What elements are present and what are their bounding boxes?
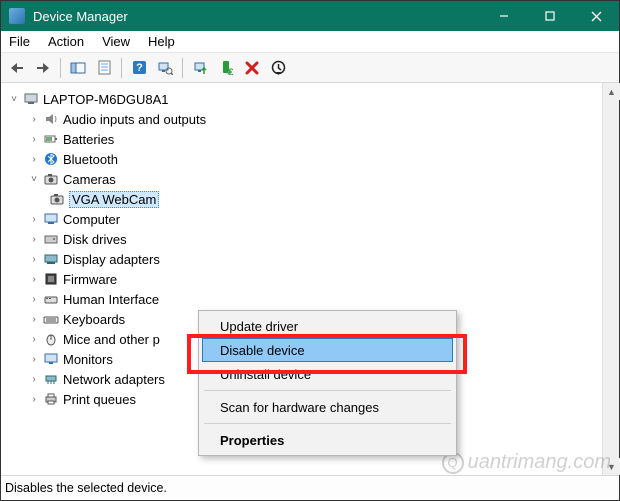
disable-device-button[interactable] [266, 56, 290, 80]
expand-icon[interactable]: › [27, 354, 41, 365]
help-button[interactable]: ? [127, 56, 151, 80]
scroll-down-button[interactable]: ▼ [603, 458, 620, 475]
tree-item-label: Monitors [63, 352, 113, 367]
tree-item-label: Print queues [63, 392, 136, 407]
tree-item-label: Keyboards [63, 312, 125, 327]
ctx-separator [204, 423, 451, 424]
update-driver-button[interactable] [188, 56, 212, 80]
expand-icon[interactable]: › [27, 114, 41, 125]
desktop-icon [43, 211, 59, 227]
expand-icon[interactable]: › [27, 214, 41, 225]
svg-text:?: ? [136, 62, 143, 74]
tree-root-label: LAPTOP-M6DGU8A1 [43, 92, 168, 107]
status-text: Disables the selected device. [5, 481, 167, 495]
network-icon [43, 371, 59, 387]
menu-view[interactable]: View [102, 34, 130, 49]
statusbar: Disables the selected device. [1, 475, 619, 499]
tree-item-label: Disk drives [63, 232, 127, 247]
expand-icon[interactable]: › [27, 314, 41, 325]
tree-item-firmware[interactable]: › Firmware [3, 269, 602, 289]
bluetooth-icon [43, 151, 59, 167]
speaker-icon [43, 111, 59, 127]
titlebar: Device Manager [1, 1, 619, 31]
menu-help[interactable]: Help [148, 34, 175, 49]
menu-action[interactable]: Action [48, 34, 84, 49]
expand-icon[interactable]: ˅ [27, 174, 41, 185]
menu-file[interactable]: File [9, 34, 30, 49]
forward-button[interactable] [31, 56, 55, 80]
scan-hardware-button[interactable] [153, 56, 177, 80]
tree-item-bluetooth[interactable]: › Bluetooth [3, 149, 602, 169]
camera-icon [49, 191, 65, 207]
tree-item-label: Computer [63, 212, 120, 227]
ctx-properties[interactable]: Properties [202, 428, 453, 452]
toolbar: ? [1, 53, 619, 83]
camera-icon [43, 171, 59, 187]
keyboard-icon [43, 311, 59, 327]
scroll-up-button[interactable]: ▲ [603, 83, 620, 100]
tree-pane: ˅ LAPTOP-M6DGU8A1 › Audio inputs and out… [1, 83, 619, 475]
window-title: Device Manager [33, 9, 481, 24]
toolbar-divider [60, 58, 61, 78]
expand-icon[interactable]: › [27, 334, 41, 345]
computer-icon [23, 91, 39, 107]
tree-item-label: Audio inputs and outputs [63, 112, 206, 127]
expand-icon[interactable]: › [27, 134, 41, 145]
tree-item-label: VGA WebCam [69, 191, 159, 208]
expand-icon[interactable]: ˅ [7, 94, 21, 105]
expand-icon[interactable]: › [27, 274, 41, 285]
enable-device-button[interactable] [214, 56, 238, 80]
expand-icon[interactable]: › [27, 294, 41, 305]
uninstall-device-button[interactable] [240, 56, 264, 80]
expand-icon[interactable]: › [27, 394, 41, 405]
tree-item-disk-drives[interactable]: › Disk drives [3, 229, 602, 249]
back-button[interactable] [5, 56, 29, 80]
tree-item-label: Firmware [63, 272, 117, 287]
tree-item-label: Network adapters [63, 372, 165, 387]
printer-icon [43, 391, 59, 407]
ctx-separator [204, 390, 451, 391]
display-adapter-icon [43, 251, 59, 267]
close-button[interactable] [573, 1, 619, 31]
vertical-scrollbar[interactable]: ▲ ▼ [602, 83, 619, 475]
tree-item-label: Bluetooth [63, 152, 118, 167]
expand-icon[interactable]: › [27, 154, 41, 165]
menubar: File Action View Help [1, 31, 619, 53]
tree-item-computer[interactable]: › Computer [3, 209, 602, 229]
tree-item-label: Human Interface [63, 292, 159, 307]
tree-item-vga-webcam[interactable]: VGA WebCam [3, 189, 602, 209]
toolbar-divider [182, 58, 183, 78]
expand-icon[interactable]: › [27, 234, 41, 245]
toolbar-divider [121, 58, 122, 78]
tree-item-label: Cameras [63, 172, 116, 187]
expand-icon[interactable]: › [27, 374, 41, 385]
tree-item-cameras[interactable]: ˅ Cameras [3, 169, 602, 189]
ctx-scan-changes[interactable]: Scan for hardware changes [202, 395, 453, 419]
tree-item-audio[interactable]: › Audio inputs and outputs [3, 109, 602, 129]
tree-item-label: Display adapters [63, 252, 160, 267]
tree-item-hid[interactable]: › Human Interface [3, 289, 602, 309]
ctx-update-driver[interactable]: Update driver [202, 314, 453, 338]
tree-item-display-adapters[interactable]: › Display adapters [3, 249, 602, 269]
hid-icon [43, 291, 59, 307]
mouse-icon [43, 331, 59, 347]
tree-item-label: Batteries [63, 132, 114, 147]
properties-button[interactable] [92, 56, 116, 80]
tree-item-label: Mice and other p [63, 332, 160, 347]
tree-item-batteries[interactable]: › Batteries [3, 129, 602, 149]
show-hide-console-button[interactable] [66, 56, 90, 80]
minimize-button[interactable] [481, 1, 527, 31]
app-icon [9, 8, 25, 24]
context-menu: Update driver Disable device Uninstall d… [198, 310, 457, 456]
expand-icon[interactable]: › [27, 254, 41, 265]
firmware-icon [43, 271, 59, 287]
battery-icon [43, 131, 59, 147]
disk-icon [43, 231, 59, 247]
ctx-uninstall-device[interactable]: Uninstall device [202, 362, 453, 386]
maximize-button[interactable] [527, 1, 573, 31]
ctx-disable-device[interactable]: Disable device [202, 338, 453, 362]
tree-root[interactable]: ˅ LAPTOP-M6DGU8A1 [3, 89, 602, 109]
monitor-icon [43, 351, 59, 367]
